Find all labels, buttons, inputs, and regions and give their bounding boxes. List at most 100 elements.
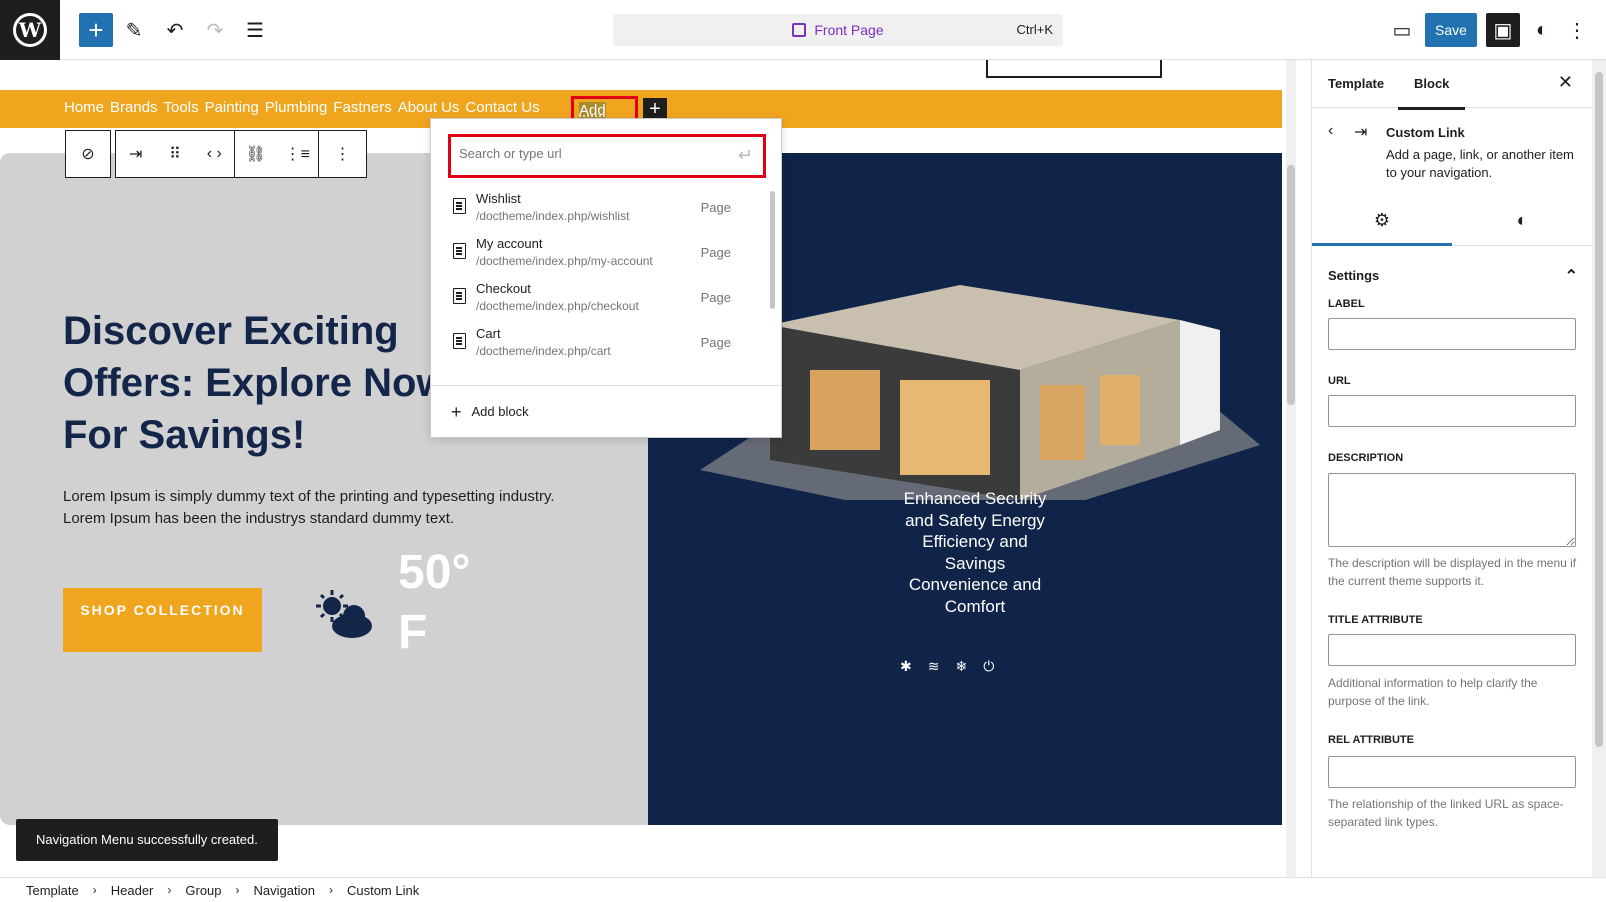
add-submenu-icon[interactable]: ⋮≡ <box>279 136 315 172</box>
move-arrows-icon[interactable]: ‹ › <box>196 136 232 172</box>
label-field-label: LABEL <box>1328 298 1365 310</box>
breadcrumb-template[interactable]: Template <box>26 883 79 898</box>
url-field[interactable] <box>1328 395 1576 427</box>
chevron-up-icon[interactable]: ⌃ <box>1565 266 1578 286</box>
header-outline-block[interactable] <box>986 60 1162 78</box>
chevron-left-icon[interactable]: ‹ <box>1328 122 1333 140</box>
chevron-right-icon: › <box>92 883 97 897</box>
nav-item-brands[interactable]: Brands <box>110 99 158 116</box>
link-search-box: ↵ <box>448 134 766 178</box>
edit-tool-icon[interactable]: ✎ <box>117 13 151 47</box>
hero-headline[interactable]: Discover Exciting Offers: Explore Now Fo… <box>63 305 453 461</box>
suggestion-type: Page <box>700 290 731 305</box>
chevron-right-icon: › <box>235 883 240 897</box>
link-icon[interactable]: ⛓ <box>238 136 274 172</box>
wordpress-icon: W <box>13 13 47 47</box>
document-title-text: Front Page <box>814 22 884 38</box>
toolbar-group-parent: ⊘ <box>65 130 111 178</box>
settings-panel-header[interactable]: Settings ⌃ <box>1328 266 1578 286</box>
hero-paragraph[interactable]: Lorem Ipsum is simply dummy text of the … <box>63 486 563 530</box>
snackbar-notice[interactable]: Navigation Menu successfully created. <box>16 819 278 861</box>
save-button[interactable]: Save <box>1425 13 1477 47</box>
list-item[interactable]: My account /doctheme/index.php/my-accoun… <box>431 230 771 275</box>
suggestion-type: Page <box>700 245 731 260</box>
more-options-icon[interactable]: ⋮ <box>325 136 361 172</box>
nav-item-contact-us[interactable]: Contact Us <box>465 99 539 116</box>
custom-link-block-icon[interactable]: ⇥ <box>118 136 154 172</box>
nav-item-plumbing[interactable]: Plumbing <box>265 99 328 116</box>
settings-gear-icon[interactable]: ⚙ <box>1312 210 1452 246</box>
nav-item-home[interactable]: Home <box>64 99 104 116</box>
styles-contrast-icon[interactable]: ◐ <box>1452 210 1592 231</box>
inspector-tabs: ⚙ ◐ <box>1312 200 1592 246</box>
hero-paragraph-line-1: Lorem Ipsum is simply dummy text of the … <box>63 488 555 505</box>
document-title: Front Page <box>613 22 1063 38</box>
add-block-button[interactable]: + <box>79 13 113 47</box>
drag-handle-icon[interactable]: ⠿ <box>157 136 193 172</box>
submit-enter-icon[interactable]: ↵ <box>738 145 753 166</box>
undo-icon[interactable]: ↶ <box>158 13 192 47</box>
description-field-label: DESCRIPTION <box>1328 452 1404 464</box>
bluetooth-icon: ✱ <box>900 658 912 674</box>
scrollbar-thumb[interactable] <box>1287 165 1295 405</box>
weather-sun-cloud-icon <box>316 590 372 638</box>
preview-device-icon[interactable]: ▭ <box>1385 13 1419 47</box>
title-attribute-field[interactable] <box>1328 634 1576 666</box>
link-suggestions-list: Wishlist /doctheme/index.php/wishlist Pa… <box>431 185 771 369</box>
add-block-label: Add block <box>471 404 529 419</box>
wordpress-logo[interactable]: W <box>0 0 60 60</box>
suggestion-url: /doctheme/index.php/wishlist <box>476 209 630 223</box>
list-item[interactable]: Checkout /doctheme/index.php/checkout Pa… <box>431 275 771 320</box>
suggestion-type: Page <box>700 200 731 215</box>
label-field[interactable] <box>1328 318 1576 350</box>
nav-item-about-us[interactable]: About Us <box>398 99 460 116</box>
add-block-link[interactable]: + Add block <box>451 402 529 423</box>
append-nav-item-button[interactable]: + <box>643 98 667 120</box>
block-toolbar: ⊘ ⇥ ⠿ ‹ › ⛓ ⋮≡ ⋮ <box>65 130 367 178</box>
compass-icon[interactable]: ⊘ <box>70 136 106 172</box>
close-icon[interactable]: ✕ <box>1558 72 1573 93</box>
canvas-scrollbar[interactable] <box>1286 60 1296 877</box>
template-icon <box>792 23 807 37</box>
rel-attribute-label: REL ATTRIBUTE <box>1328 734 1414 746</box>
toolbar-group-more: ⋮ <box>319 130 367 178</box>
list-view-icon[interactable]: ☰ <box>238 13 272 47</box>
features-text[interactable]: Enhanced Security and Safety Energy Effi… <box>900 488 1050 617</box>
breadcrumb-header[interactable]: Header <box>111 883 154 898</box>
link-search-input[interactable] <box>459 146 719 161</box>
settings-title: Settings <box>1328 268 1380 283</box>
suggestions-scrollbar[interactable] <box>768 181 778 369</box>
nav-item-fastners[interactable]: Fastners <box>333 99 391 116</box>
sidebar-scrollbar[interactable] <box>1592 60 1606 877</box>
toolbar-group-link: ⛓ ⋮≡ <box>235 130 319 178</box>
page-icon <box>453 198 466 214</box>
options-icon[interactable]: ⋮ <box>1560 13 1594 47</box>
tab-block[interactable]: Block <box>1397 76 1467 110</box>
scrollbar-thumb[interactable] <box>770 191 775 309</box>
sidebar-tabs: Template Block ✕ <box>1312 60 1592 110</box>
suggestion-title: Checkout <box>476 281 531 296</box>
nav-item-painting[interactable]: Painting <box>205 99 259 116</box>
suggestion-url: /doctheme/index.php/my-account <box>476 254 653 268</box>
shop-collection-button[interactable]: SHOP COLLECTION <box>63 588 262 652</box>
settings-sidebar-icon[interactable]: ▣ <box>1486 13 1520 47</box>
editor-canvas[interactable]: Home Brands Tools Painting Plumbing Fast… <box>0 60 1282 877</box>
snowflake-icon: ❄ <box>955 658 968 674</box>
breadcrumb-navigation[interactable]: Navigation <box>254 883 315 898</box>
breadcrumb-group[interactable]: Group <box>185 883 221 898</box>
tab-template[interactable]: Template <box>1328 76 1384 91</box>
chevron-right-icon: › <box>328 883 333 897</box>
command-palette-bar[interactable]: Front Page Ctrl+K <box>613 14 1063 46</box>
scrollbar-thumb[interactable] <box>1595 72 1603 747</box>
nav-item-tools[interactable]: Tools <box>164 99 199 116</box>
redo-icon[interactable]: ↷ <box>198 13 232 47</box>
title-attribute-help: Additional information to help clarify t… <box>1328 676 1538 708</box>
styles-icon[interactable]: ◐ <box>1525 13 1559 47</box>
list-item[interactable]: Wishlist /doctheme/index.php/wishlist Pa… <box>431 185 771 230</box>
list-item[interactable]: Cart /doctheme/index.php/cart Page <box>431 320 771 365</box>
wifi-icon: ≋ <box>927 658 940 674</box>
page-icon <box>453 288 466 304</box>
rel-attribute-field[interactable] <box>1328 756 1576 788</box>
popover-divider <box>431 385 781 386</box>
description-field[interactable] <box>1328 473 1576 547</box>
